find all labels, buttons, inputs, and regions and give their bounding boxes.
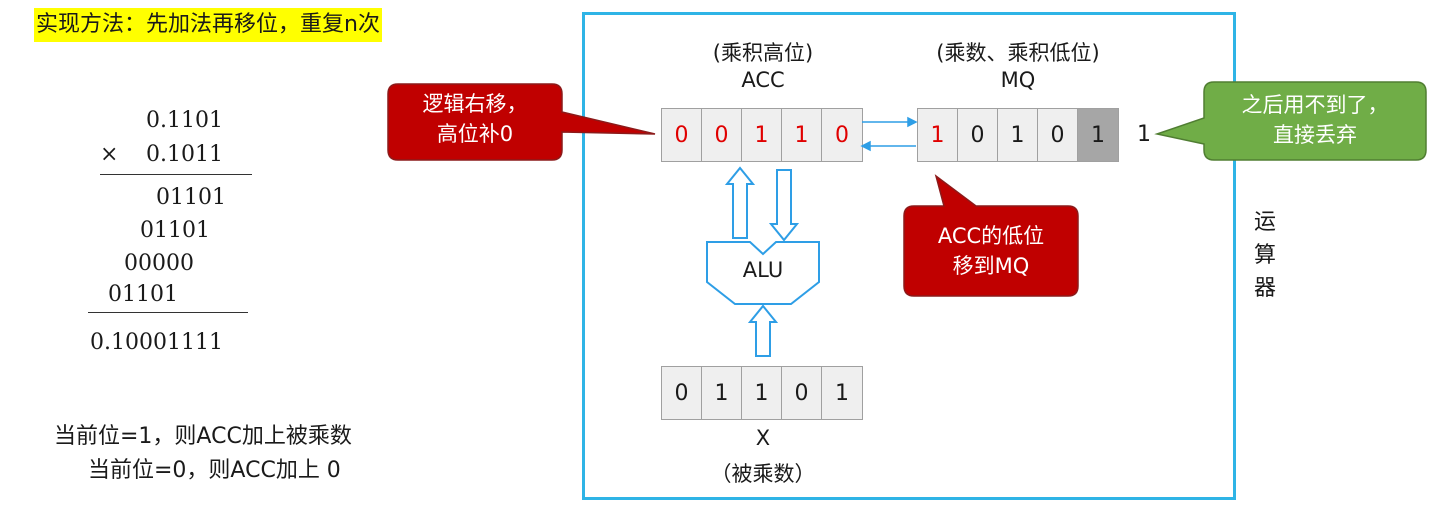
- acc-mq-transfer-arrows: [860, 116, 918, 152]
- callout-line: 之后用不到了，: [1241, 93, 1389, 117]
- discard-callout: 之后用不到了， 直接丢弃: [1242, 90, 1389, 150]
- acc-to-alu-arrow: [768, 169, 800, 242]
- callout-line: ACC的低位: [937, 224, 1045, 248]
- x-to-alu-arrow: [747, 304, 779, 357]
- callout-line: 逻辑右移，: [422, 92, 528, 116]
- callout-line: 直接丢弃: [1273, 123, 1357, 147]
- callout-line: 移到MQ: [952, 254, 1030, 278]
- alu-label: ALU: [742, 258, 784, 282]
- alu-to-acc-arrow: [724, 166, 756, 239]
- callout-line: 高位补0: [436, 122, 514, 146]
- diagram-graphics: [387, 81, 1427, 357]
- acc-to-mq-callout: ACC的低位 移到MQ: [938, 221, 1044, 281]
- shift-callout: 逻辑右移， 高位补0: [423, 89, 528, 149]
